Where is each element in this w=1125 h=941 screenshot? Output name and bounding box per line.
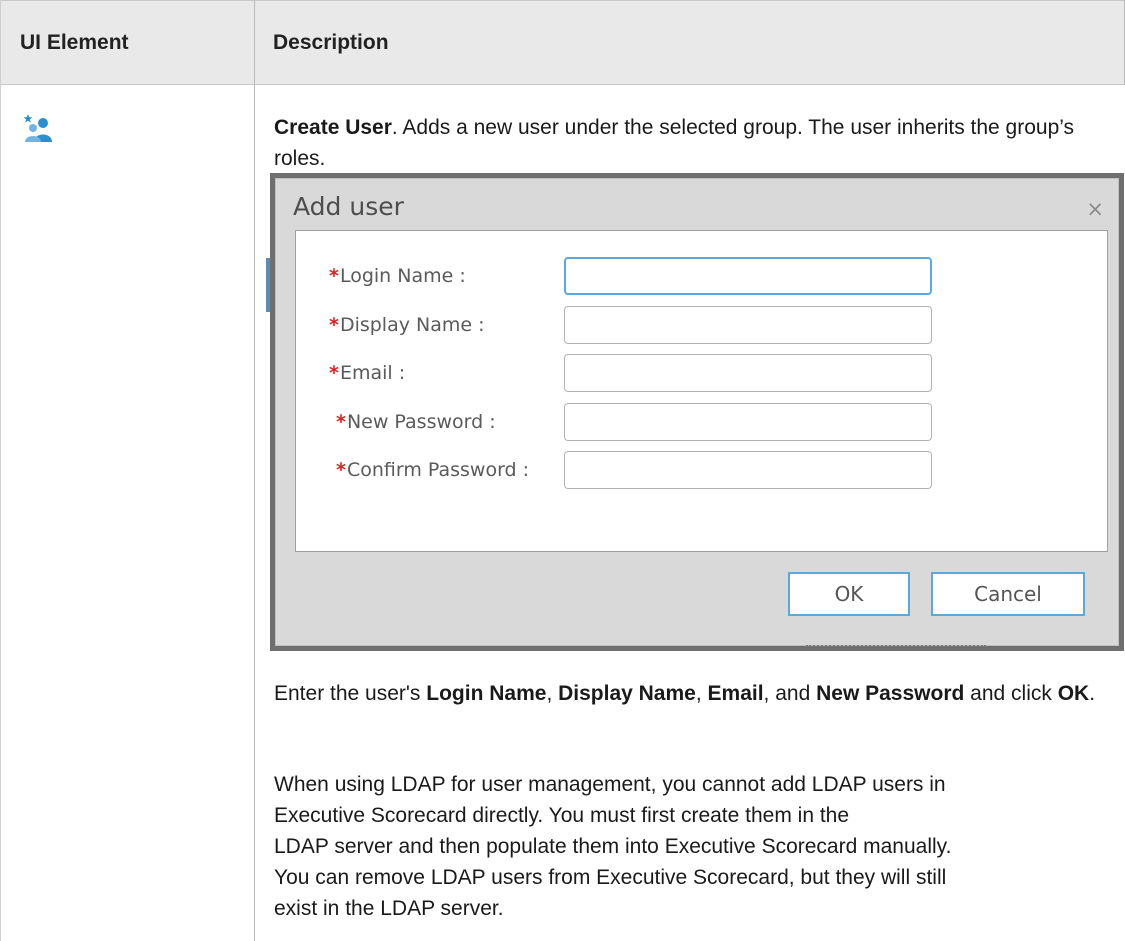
ldap-line-2: Executive Scorecard directly. You must f… — [274, 804, 850, 827]
create-user-intro: Create User. Adds a new user under the s… — [274, 112, 1114, 174]
cancel-button[interactable]: Cancel — [931, 572, 1085, 616]
confirm-password-label: *Confirm Password : — [336, 459, 530, 481]
display-name-field[interactable] — [564, 306, 932, 344]
enter-instructions: Enter the user's Login Name, Display Nam… — [274, 682, 1096, 705]
ldap-line-4: You can remove LDAP users from Executive… — [274, 866, 947, 889]
login-name-label: *Login Name : — [329, 265, 466, 287]
display-name-row: *Display Name : — [296, 306, 1106, 344]
required-marker: * — [329, 265, 339, 287]
create-user-term: Create User — [274, 116, 392, 139]
column-divider — [254, 0, 255, 941]
header-description: Description — [273, 31, 389, 54]
close-icon[interactable]: × — [1086, 197, 1104, 221]
ldap-line-5: exist in the LDAP server. — [274, 897, 504, 920]
add-user-dialog-screenshot: Add user × *Login Name : *Display Name :… — [266, 173, 1124, 653]
create-user-icon — [23, 113, 53, 143]
ldap-line-3: LDAP server and then populate them into … — [274, 835, 952, 858]
email-row: *Email : — [296, 354, 1106, 392]
ok-button[interactable]: OK — [788, 572, 910, 616]
required-marker: * — [329, 362, 339, 384]
ui-element-table: UI Element Description Create User. Adds… — [0, 0, 1125, 941]
confirm-password-field[interactable] — [564, 451, 932, 489]
confirm-password-row: *Confirm Password : — [296, 451, 1106, 489]
new-password-label: *New Password : — [336, 411, 496, 433]
login-name-row: *Login Name : — [296, 257, 1106, 295]
required-marker: * — [336, 459, 346, 481]
header-ui-element: UI Element — [20, 31, 129, 54]
add-user-dialog: Add user × *Login Name : *Display Name :… — [275, 178, 1119, 646]
dialog-form: *Login Name : *Display Name : *Email : *… — [295, 230, 1108, 552]
table-header: UI Element Description — [0, 0, 1125, 85]
ldap-line-1: When using LDAP for user management, you… — [274, 773, 946, 796]
email-label: *Email : — [329, 362, 406, 384]
dialog-title: Add user — [293, 192, 404, 221]
background-fragment-bottom — [806, 645, 986, 653]
required-marker: * — [336, 411, 346, 433]
display-name-label: *Display Name : — [329, 314, 485, 336]
login-name-field[interactable] — [564, 257, 932, 295]
create-user-summary: . Adds a new user under the selected gro… — [274, 116, 1075, 170]
table-left-border — [0, 0, 1, 941]
background-fragment — [266, 258, 270, 312]
new-password-field[interactable] — [564, 403, 932, 441]
ldap-note: When using LDAP for user management, you… — [274, 769, 1114, 924]
required-marker: * — [329, 314, 339, 336]
email-field[interactable] — [564, 354, 932, 392]
new-password-row: *New Password : — [296, 403, 1106, 441]
